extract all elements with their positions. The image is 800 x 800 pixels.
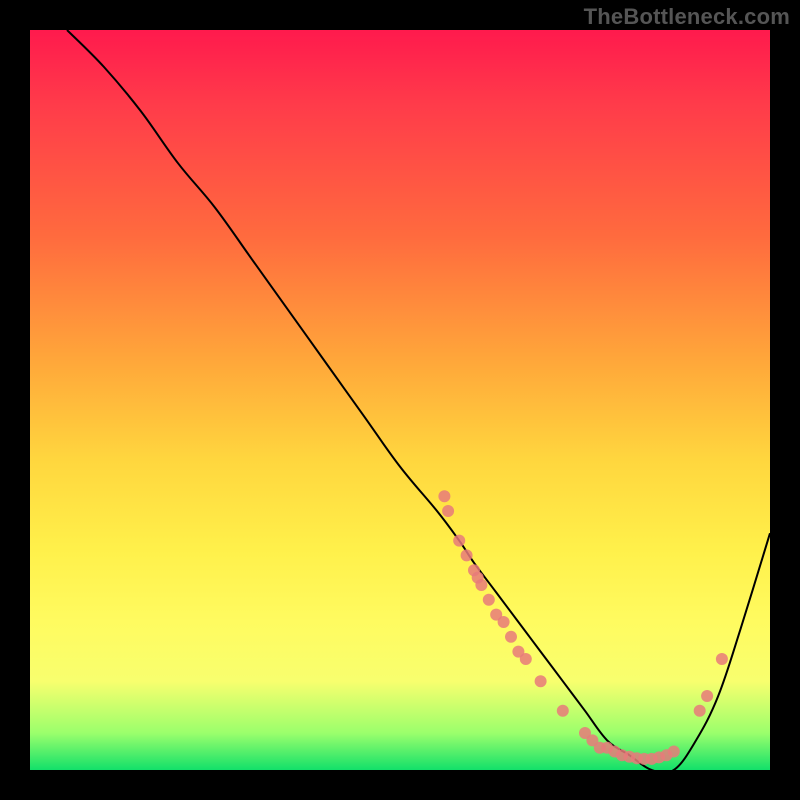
hardware-point — [701, 690, 713, 702]
bottleneck-curve — [67, 30, 770, 770]
hardware-point — [668, 746, 680, 758]
chart-svg — [30, 30, 770, 770]
hardware-point — [557, 705, 569, 717]
hardware-point — [694, 705, 706, 717]
hardware-point — [716, 653, 728, 665]
hardware-point — [483, 594, 495, 606]
hardware-point — [461, 549, 473, 561]
hardware-point — [520, 653, 532, 665]
attribution-watermark: TheBottleneck.com — [584, 4, 790, 30]
hardware-point — [505, 631, 517, 643]
hardware-points-group — [438, 490, 728, 765]
hardware-point — [498, 616, 510, 628]
hardware-point — [475, 579, 487, 591]
hardware-point — [442, 505, 454, 517]
hardware-point — [453, 535, 465, 547]
plot-area — [30, 30, 770, 770]
hardware-point — [438, 490, 450, 502]
chart-container: TheBottleneck.com — [0, 0, 800, 800]
hardware-point — [535, 675, 547, 687]
